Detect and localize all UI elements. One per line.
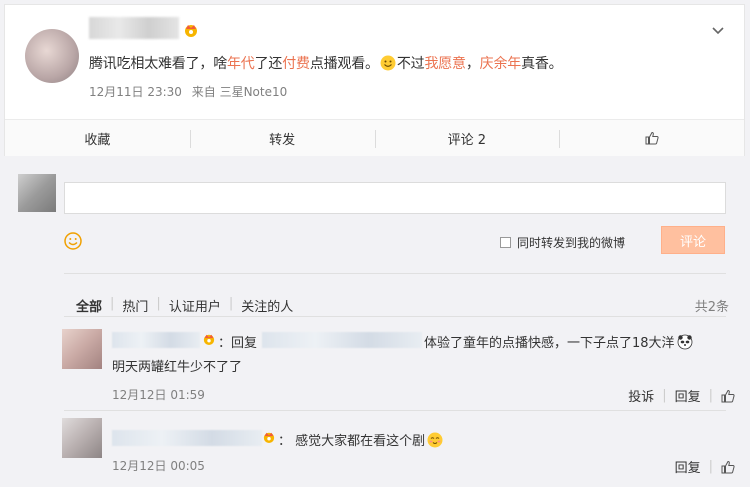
comment-avatar[interactable]: [62, 418, 102, 458]
post-meta: 12月11日 23:30 来自 三星Note10: [89, 83, 293, 100]
post-text-segment: 腾讯吃相太难看了，啥: [89, 56, 227, 72]
favorite-button[interactable]: 收藏: [5, 120, 190, 156]
reply-button[interactable]: 回复: [675, 457, 701, 476]
filter-following[interactable]: 关注的人: [233, 296, 301, 315]
post-text-segment: 了还: [254, 56, 283, 72]
thumbs-up-icon[interactable]: [721, 389, 735, 403]
comment-actions: 回复 |: [675, 457, 735, 476]
filter-all[interactable]: 全部: [76, 296, 110, 315]
forward-checkbox[interactable]: [500, 237, 511, 248]
comment-divider: [64, 410, 726, 411]
comment-text-line2: 明天两罐红牛少不了了: [112, 360, 243, 375]
post-action-bar: 收藏 转发 评论 2: [5, 119, 744, 156]
comment-input[interactable]: [64, 182, 726, 214]
comment-section: 同时转发到我的微博 评论 全部 | 热门 | 认证用户 | 关注的人 共2条 ：…: [4, 156, 745, 484]
weibo-post-card: 腾讯吃相太难看了，啥年代了还付费点播观看。 不过我愿意，庆余年真香。 12月11日…: [4, 4, 745, 156]
post-source: 来自 三星Note10: [191, 85, 288, 99]
post-text-segment: 真香。: [521, 56, 563, 72]
grin-emoji-icon: [380, 55, 396, 71]
panda-emoji-icon: [677, 334, 692, 350]
reply-button[interactable]: 回复: [675, 386, 701, 405]
post-content: 腾讯吃相太难看了，啥年代了还付费点播观看。 不过我愿意，庆余年真香。: [89, 53, 563, 73]
filter-divider: [64, 316, 726, 317]
comment-avatar[interactable]: [62, 329, 102, 369]
post-time[interactable]: 12月11日 23:30: [89, 85, 182, 99]
highlighted-keyword[interactable]: 年代: [227, 56, 255, 72]
post-author-avatar[interactable]: [25, 29, 79, 83]
comment-username[interactable]: [112, 430, 262, 446]
chevron-down-icon[interactable]: [710, 23, 726, 39]
comment-filter-tabs: 全部 | 热门 | 认证用户 | 关注的人: [76, 296, 301, 315]
vip-crown-icon: [263, 432, 275, 443]
thumbs-up-icon[interactable]: [721, 460, 735, 474]
report-button[interactable]: 投诉: [628, 386, 654, 405]
like-button[interactable]: [559, 120, 744, 156]
comment-actions: 投诉 | 回复 |: [628, 386, 735, 405]
submit-comment-button[interactable]: 评论: [661, 226, 725, 254]
forward-option[interactable]: 同时转发到我的微博: [500, 234, 625, 251]
highlighted-keyword[interactable]: 我愿意: [424, 56, 466, 72]
vip-crown-icon: [203, 334, 215, 345]
comment-text: ： 感觉大家都在看这个剧: [278, 430, 443, 449]
forward-label: 同时转发到我的微博: [517, 236, 626, 250]
thumbs-up-icon: [645, 131, 659, 145]
highlighted-keyword[interactable]: 庆余年: [480, 56, 522, 72]
post-text-segment: 点播观看。: [309, 56, 379, 72]
post-author-name[interactable]: [89, 17, 179, 39]
comment-username[interactable]: [112, 332, 200, 348]
comment-time: 12月12日 01:59: [112, 388, 205, 402]
comment-total: 共2条: [694, 300, 729, 315]
blush-emoji-icon: [427, 432, 443, 448]
composer-divider: [64, 273, 726, 274]
post-text-segment: ，: [465, 56, 480, 72]
vip-crown-icon: [185, 25, 197, 37]
current-user-avatar[interactable]: [18, 174, 56, 212]
post-text-segment: 不过: [396, 56, 425, 72]
comment-text: 体验了童年的点播快感，一下子点了18大洋: [424, 332, 693, 351]
emoji-picker-icon[interactable]: [64, 232, 82, 250]
reply-prefix: ：回复: [218, 336, 258, 351]
comment-button[interactable]: 评论 2: [374, 120, 560, 156]
filter-verified[interactable]: 认证用户: [161, 296, 229, 315]
repost-button[interactable]: 转发: [189, 120, 375, 156]
reply-target-username[interactable]: [262, 332, 422, 348]
filter-hot[interactable]: 热门: [114, 296, 156, 315]
highlighted-keyword[interactable]: 付费: [282, 56, 310, 72]
comment-time: 12月12日 00:05: [112, 459, 205, 473]
